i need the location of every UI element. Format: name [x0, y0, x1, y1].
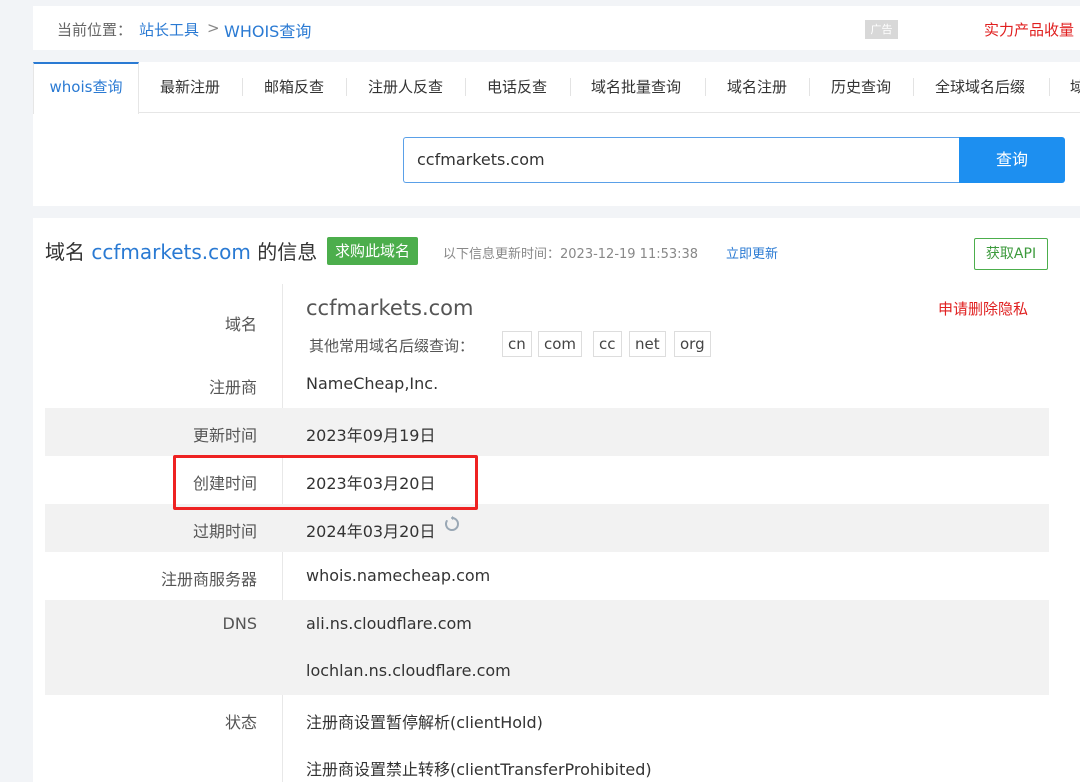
value-domain: ccfmarkets.com — [306, 296, 474, 320]
search-form: ccfmarkets.com 查询 — [403, 137, 1065, 183]
label-updated: 更新时间 — [192, 426, 257, 445]
label-whois-server: 注册商服务器 — [160, 570, 257, 589]
row-dns: DNS ali.ns.cloudflare.com lochlan.ns.clo… — [45, 600, 1049, 695]
tab-divider — [913, 78, 914, 96]
suffix-com[interactable]: com — [538, 331, 583, 357]
row-status: 状态 注册商设置暂停解析(clientHold) 注册商设置禁止转移(clien… — [45, 695, 1049, 782]
value-dns-2: lochlan.ns.cloudflare.com — [306, 661, 511, 680]
label-expires: 过期时间 — [192, 522, 257, 541]
suffix-cn[interactable]: cn — [502, 331, 532, 357]
ad-badge: 广告 — [865, 20, 898, 39]
breadcrumb-link-webmaster-tools[interactable]: 站长工具 — [139, 19, 199, 40]
breadcrumb-separator: > — [207, 19, 220, 37]
page-title: 域名 ccfmarkets.com 的信息 — [45, 236, 317, 265]
creation-date-highlight — [173, 455, 478, 510]
tab-divider — [346, 78, 347, 96]
get-api-button[interactable]: 获取API — [974, 238, 1048, 270]
update-now-link[interactable]: 立即更新 — [726, 243, 778, 262]
tab-divider — [705, 78, 706, 96]
breadcrumb-prefix: 当前位置： — [57, 21, 133, 39]
tab-batch-query[interactable]: 域名批量查询 — [591, 62, 681, 112]
domain-search-input[interactable]: ccfmarkets.com — [403, 137, 960, 183]
title-domain[interactable]: ccfmarkets.com — [91, 240, 251, 264]
buy-domain-button[interactable]: 求购此域名 — [327, 237, 419, 265]
label-registrar: 注册商 — [208, 378, 257, 397]
value-updated: 2023年09月19日 — [306, 426, 436, 445]
title-prefix: 域名 — [45, 240, 85, 264]
tab-global-suffix[interactable]: 全球域名后缀 — [935, 62, 1025, 112]
row-expires: 过期时间 2024年03月20日 — [45, 504, 1049, 552]
row-whois-server: 注册商服务器 whois.namecheap.com — [45, 552, 1049, 600]
tab-latest-registered[interactable]: 最新注册 — [160, 62, 220, 112]
tab-divider — [809, 78, 810, 96]
suffix-net[interactable]: net — [629, 331, 666, 357]
suffix-org[interactable]: org — [674, 331, 711, 357]
value-expires: 2024年03月20日 — [306, 522, 436, 541]
value-status-2: 注册商设置禁止转移(clientTransferProhibited) — [306, 760, 652, 779]
value-dns-1: ali.ns.cloudflare.com — [306, 614, 472, 633]
query-button[interactable]: 查询 — [959, 137, 1065, 183]
promo-link[interactable]: 实力产品收量 — [984, 19, 1074, 40]
search-panel: whois查询 最新注册 邮箱反查 注册人反查 电话反查 域名批量查询 域名注册… — [33, 62, 1080, 206]
row-domain: 域名 ccfmarkets.com 申请删除隐私 其他常用域名后缀查询： cn … — [45, 284, 1049, 360]
whois-table: 域名 ccfmarkets.com 申请删除隐私 其他常用域名后缀查询： cn … — [45, 284, 1049, 782]
refresh-icon[interactable] — [444, 516, 460, 532]
tab-divider — [465, 78, 466, 96]
tab-divider — [570, 78, 571, 96]
value-status-1: 注册商设置暂停解析(clientHold) — [306, 713, 543, 732]
label-status: 状态 — [224, 713, 257, 732]
row-registrar: 注册商 NameCheap,Inc. — [45, 360, 1049, 408]
tab-phone-reverse[interactable]: 电话反查 — [487, 62, 547, 112]
delete-privacy-link[interactable]: 申请删除隐私 — [938, 298, 1028, 319]
label-domain: 域名 — [224, 315, 257, 334]
tab-domain-register[interactable]: 域名注册 — [727, 62, 787, 112]
tab-history[interactable]: 历史查询 — [831, 62, 891, 112]
domain-search-input-value: ccfmarkets.com — [417, 150, 545, 169]
breadcrumb-bar: 当前位置： 站长工具 > WHOIS查询 广告 实力产品收量 — [33, 6, 1080, 50]
tab-more[interactable]: 域 — [1070, 62, 1080, 112]
suffix-cc[interactable]: cc — [593, 331, 622, 357]
update-time-text: 以下信息更新时间：2023-12-19 11:53:38 — [443, 247, 699, 262]
breadcrumb-link-whois[interactable]: WHOIS查询 — [224, 18, 311, 42]
tab-whois[interactable]: whois查询 — [33, 62, 139, 114]
title-suffix: 的信息 — [257, 240, 318, 264]
tab-bar: whois查询 最新注册 邮箱反查 注册人反查 电话反查 域名批量查询 域名注册… — [33, 62, 1080, 114]
value-whois-server: whois.namecheap.com — [306, 566, 491, 585]
suffix-query-label: 其他常用域名后缀查询： — [309, 337, 475, 355]
tab-divider — [242, 78, 243, 96]
row-updated: 更新时间 2023年09月19日 — [45, 408, 1049, 456]
tab-registrant-reverse[interactable]: 注册人反查 — [368, 62, 443, 112]
tab-divider — [1049, 78, 1050, 96]
tab-email-reverse[interactable]: 邮箱反查 — [264, 62, 324, 112]
value-registrar: NameCheap,Inc. — [306, 374, 439, 393]
label-dns: DNS — [222, 614, 257, 633]
